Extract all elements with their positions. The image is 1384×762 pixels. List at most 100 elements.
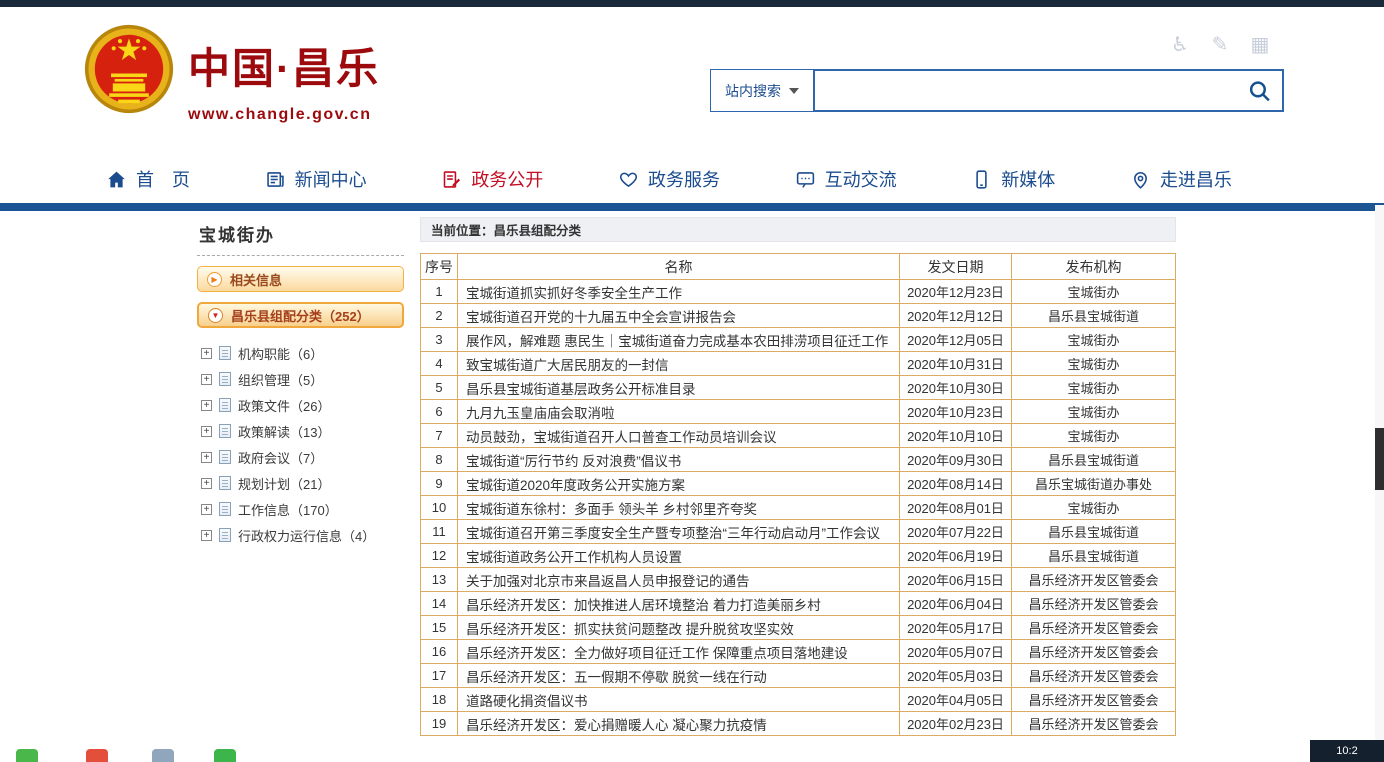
document-icon	[219, 346, 231, 360]
row-number: 14	[421, 592, 458, 616]
expand-plus-icon[interactable]: +	[201, 400, 212, 411]
table-row: 9宝城街道2020年度政务公开实施方案2020年08月14日昌乐宝城街道办事处	[421, 472, 1176, 496]
publish-org: 昌乐经济开发区管委会	[1012, 616, 1176, 640]
publish-org: 昌乐县宝城街道	[1012, 520, 1176, 544]
tree-item-label: 行政权力运行信息（4）	[238, 526, 375, 545]
article-title-link[interactable]: 昌乐经济开发区：五一假期不停歇 脱贫一线在行动	[458, 664, 900, 688]
article-title-link[interactable]: 宝城街道东徐村：多面手 领头羊 乡村邻里齐夸奖	[458, 496, 900, 520]
row-number: 3	[421, 328, 458, 352]
expand-plus-icon[interactable]: +	[201, 504, 212, 515]
article-title-link[interactable]: 宝城街道抓实抓好冬季安全生产工作	[458, 280, 900, 304]
table-row: 5昌乐县宝城街道基层政务公开标准目录2020年10月30日宝城街办	[421, 376, 1176, 400]
sidebar-category-button[interactable]: ▼ 昌乐县组配分类（252）	[197, 302, 404, 328]
nav-item-3[interactable]: 政务公开	[441, 166, 543, 192]
search-scope-dropdown[interactable]: 站内搜索	[710, 69, 814, 112]
publish-org: 昌乐经济开发区管委会	[1012, 712, 1176, 736]
article-title-link[interactable]: 宝城街道2020年度政务公开实施方案	[458, 472, 900, 496]
table-row: 18道路硬化捐资倡议书2020年04月05日昌乐经济开发区管委会	[421, 688, 1176, 712]
tree-item-8[interactable]: + 行政权力运行信息（4）	[201, 522, 404, 548]
column-header: 名称	[458, 254, 900, 280]
tree-item-label: 机构职能（6）	[238, 344, 323, 363]
publish-org: 昌乐县宝城街道	[1012, 544, 1176, 568]
article-title-link[interactable]: 动员鼓劲，宝城街道召开人口普查工作动员培训会议	[458, 424, 900, 448]
nav-item-6[interactable]: 新媒体	[971, 166, 1055, 192]
tree-item-2[interactable]: + 组织管理（5）	[201, 366, 404, 392]
document-icon	[219, 528, 231, 542]
main-nav: 首 页 新闻中心 政务公开 政务服务 互动交流 新媒体 走进昌乐	[0, 155, 1384, 203]
row-number: 6	[421, 400, 458, 424]
search-input[interactable]	[815, 71, 1282, 110]
taskbar-app-3-icon[interactable]	[152, 749, 174, 762]
expand-plus-icon[interactable]: +	[201, 452, 212, 463]
article-title-link[interactable]: 昌乐经济开发区：加快推进人居环境整治 着力打造美丽乡村	[458, 592, 900, 616]
table-row: 12宝城街道政务公开工作机构人员设置2020年06月19日昌乐县宝城街道	[421, 544, 1176, 568]
edit-form-icon[interactable]: ✎	[1208, 33, 1232, 57]
expand-plus-icon[interactable]: +	[201, 530, 212, 541]
tree-item-5[interactable]: +政府会议（7）	[201, 444, 404, 470]
scrollbar-thumb[interactable]	[1375, 428, 1384, 490]
site-title: 中国·昌乐	[188, 35, 380, 96]
article-title-link[interactable]: 宝城街道召开第三季度安全生产暨专项整治“三年行动启动月”工作会议	[458, 520, 900, 544]
document-icon	[219, 450, 231, 464]
row-number: 15	[421, 616, 458, 640]
publish-date: 2020年02月23日	[900, 712, 1012, 736]
article-title-link[interactable]: 昌乐经济开发区：爱心捐赠暖人心 凝心聚力抗疫情	[458, 712, 900, 736]
tree-item-6[interactable]: +规划计划（21）	[201, 470, 404, 496]
article-title-link[interactable]: 昌乐经济开发区：抓实扶贫问题整改 提升脱贫攻坚实效	[458, 616, 900, 640]
column-header: 发布机构	[1012, 254, 1176, 280]
nav-item-1[interactable]: 首 页	[106, 166, 190, 192]
article-title-link[interactable]: 昌乐县宝城街道基层政务公开标准目录	[458, 376, 900, 400]
site-url: www.changle.gov.cn	[188, 106, 380, 124]
site-header: 中国·昌乐 www.changle.gov.cn ♿ ✎ ▦ 站内搜索	[0, 7, 1384, 155]
expand-plus-icon[interactable]: +	[201, 426, 212, 437]
nav-item-5[interactable]: 互动交流	[795, 166, 897, 192]
arrow-right-icon: ▶	[207, 272, 222, 287]
document-icon	[219, 476, 231, 490]
taskbar-app-1-icon[interactable]	[16, 749, 38, 762]
expand-plus-icon[interactable]: +	[201, 374, 212, 385]
publish-org: 昌乐县宝城街道	[1012, 448, 1176, 472]
nav-item-label: 首 页	[136, 166, 190, 192]
tree-item-3[interactable]: + 政策文件（26）	[201, 392, 404, 418]
table-row: 1宝城街道抓实抓好冬季安全生产工作2020年12月23日宝城街办	[421, 280, 1176, 304]
nav-item-4[interactable]: 政务服务	[618, 166, 720, 192]
taskbar-app-4-icon[interactable]	[214, 749, 236, 762]
publish-org: 宝城街办	[1012, 280, 1176, 304]
article-title-link[interactable]: 展作风，解难题 惠民生｜宝城街道奋力完成基本农田排涝项目征迁工作	[458, 328, 900, 352]
sidebar-related-button[interactable]: ▶ 相关信息	[197, 266, 404, 292]
article-title-link[interactable]: 九月九玉皇庙庙会取消啦	[458, 400, 900, 424]
tree-item-label: 政策文件（26）	[238, 396, 330, 415]
article-title-link[interactable]: 致宝城街道广大居民朋友的一封信	[458, 352, 900, 376]
nav-item-7[interactable]: 走进昌乐	[1130, 166, 1232, 192]
row-number: 10	[421, 496, 458, 520]
publish-org: 宝城街办	[1012, 376, 1176, 400]
article-title-link[interactable]: 宝城街道“厉行节约 反对浪费”倡议书	[458, 448, 900, 472]
article-title-link[interactable]: 道路硬化捐资倡议书	[458, 688, 900, 712]
tree-item-4[interactable]: + 政策解读（13）	[201, 418, 404, 444]
article-title-link[interactable]: 昌乐经济开发区：全力做好项目征迁工作 保障重点项目落地建设	[458, 640, 900, 664]
tree-item-7[interactable]: +工作信息（170）	[201, 496, 404, 522]
article-title-link[interactable]: 宝城街道政务公开工作机构人员设置	[458, 544, 900, 568]
accessibility-icon[interactable]: ♿	[1168, 33, 1192, 57]
article-title-link[interactable]: 关于加强对北京市来昌返昌人员申报登记的通告	[458, 568, 900, 592]
taskbar-app-2-icon[interactable]	[86, 749, 108, 762]
site-logo[interactable]	[84, 23, 174, 115]
nav-item-2[interactable]: 新闻中心	[265, 166, 367, 192]
table-row: 17昌乐经济开发区：五一假期不停歇 脱贫一线在行动2020年05月03日昌乐经济…	[421, 664, 1176, 688]
row-number: 19	[421, 712, 458, 736]
search-input-wrap	[814, 69, 1284, 112]
publish-org: 宝城街办	[1012, 328, 1176, 352]
tree-item-label: 组织管理（5）	[238, 370, 323, 389]
contact-card-icon[interactable]: ▦	[1248, 33, 1272, 57]
tree-item-label: 政策解读（13）	[238, 422, 330, 441]
expand-plus-icon[interactable]: +	[201, 478, 212, 489]
sidebar-title: 宝城街办	[197, 219, 404, 256]
search-button[interactable]	[1247, 78, 1272, 103]
document-icon	[219, 424, 231, 438]
expand-plus-icon[interactable]: +	[201, 348, 212, 359]
tree-item-1[interactable]: + 机构职能（6）	[201, 340, 404, 366]
home-icon	[106, 169, 127, 190]
article-title-link[interactable]: 宝城街道召开党的十九届五中全会宣讲报告会	[458, 304, 900, 328]
caret-down-icon	[789, 88, 799, 94]
top-strip	[0, 0, 1384, 7]
